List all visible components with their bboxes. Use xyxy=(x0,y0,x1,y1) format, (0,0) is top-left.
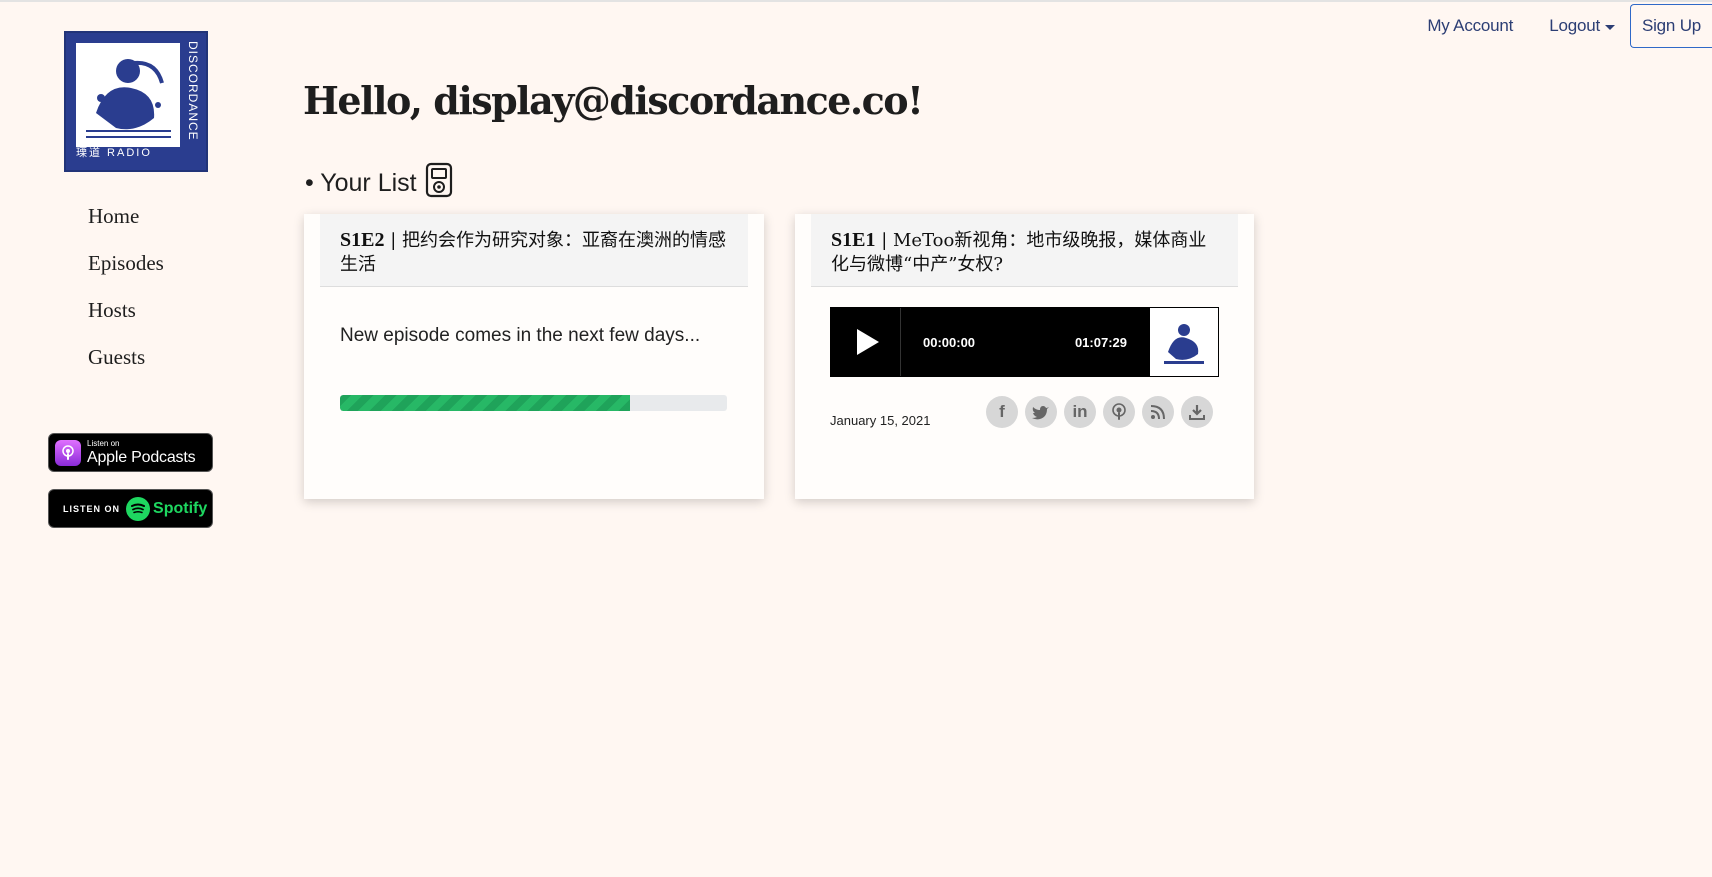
top-nav: My Account Logout Sign Up xyxy=(1427,4,1712,48)
episode-card-header: S1E1 | MeToo新视角：地市级晚报，媒体商业化与微博“中产”女权? xyxy=(811,214,1238,287)
coming-soon-text: New episode comes in the next few days..… xyxy=(340,325,701,346)
sidebar-item-hosts[interactable]: Hosts xyxy=(88,298,164,345)
apple-badge-small-text: Listen on xyxy=(87,438,120,448)
play-icon xyxy=(856,329,879,355)
sidebar-item-guests[interactable]: Guests xyxy=(88,345,164,392)
logo-vertical-text: DISCORDANCE xyxy=(186,41,200,141)
apple-podcasts-badge[interactable]: Listen on Apple Podcasts xyxy=(48,433,213,472)
episode-artwork-thumbnail xyxy=(1149,308,1218,376)
logo-artwork xyxy=(76,43,180,147)
apple-badge-title: Apple Podcasts xyxy=(87,448,196,466)
your-list-label: • Your List xyxy=(305,169,417,197)
progress-bar-fill xyxy=(340,395,631,411)
sign-up-button[interactable]: Sign Up xyxy=(1630,4,1712,48)
duration: 01:07:29 xyxy=(1074,334,1127,350)
spotify-icon xyxy=(126,496,151,521)
episode-code: S1E2 xyxy=(340,229,385,251)
episode-code: S1E1 xyxy=(831,229,876,251)
sidebar-item-episodes[interactable]: Episodes xyxy=(88,251,164,298)
episode-card-header: S1E2 | 把约会作为研究对象：亚裔在澳洲的情感生活 xyxy=(320,214,748,287)
spotify-badge[interactable]: LISTEN ON Spotify xyxy=(48,489,213,528)
audio-player: 00:00:00 01:07:29 xyxy=(830,307,1219,377)
podcast-icon[interactable] xyxy=(1103,396,1135,428)
caret-down-icon xyxy=(1605,24,1615,30)
site-logo[interactable]: DISCORDANCE 瑮道 RADIO xyxy=(64,31,208,172)
rss-icon[interactable] xyxy=(1142,396,1174,428)
logout-dropdown[interactable]: Logout xyxy=(1549,16,1615,36)
player-timeline[interactable]: 00:00:00 01:07:29 xyxy=(901,308,1149,376)
logo-bottom-text: 瑮道 RADIO xyxy=(76,147,152,159)
spotify-badge-listen-text: LISTEN ON xyxy=(63,503,121,514)
your-list-heading: • Your List xyxy=(305,162,453,205)
episode-card-s1e1[interactable]: S1E1 | MeToo新视角：地市级晚报，媒体商业化与微博“中产”女权? 00… xyxy=(795,214,1254,499)
apple-podcasts-icon xyxy=(55,439,81,466)
episode-separator: | xyxy=(875,230,893,251)
linkedin-icon[interactable]: in xyxy=(1064,396,1096,428)
sidebar-nav: Home Episodes Hosts Guests xyxy=(88,204,164,392)
facebook-icon[interactable]: f xyxy=(986,396,1018,428)
logout-label: Logout xyxy=(1549,16,1600,35)
share-icons: f in xyxy=(986,396,1213,428)
ipod-icon xyxy=(425,162,453,205)
my-account-link[interactable]: My Account xyxy=(1427,16,1513,36)
page-greeting: Hello, display@discordance.co! xyxy=(303,78,924,123)
episode-separator: | xyxy=(384,230,402,251)
episode-card-s1e2[interactable]: S1E2 | 把约会作为研究对象：亚裔在澳洲的情感生活 New episode … xyxy=(304,214,764,499)
episode-date: January 15, 2021 xyxy=(830,413,931,428)
spotify-badge-wordmark: Spotify xyxy=(153,499,208,517)
download-icon[interactable] xyxy=(1181,396,1213,428)
twitter-icon[interactable] xyxy=(1025,396,1057,428)
current-time: 00:00:00 xyxy=(923,334,976,350)
play-button[interactable] xyxy=(831,308,901,376)
release-progress-bar xyxy=(340,395,727,411)
sidebar-item-home[interactable]: Home xyxy=(88,204,164,251)
